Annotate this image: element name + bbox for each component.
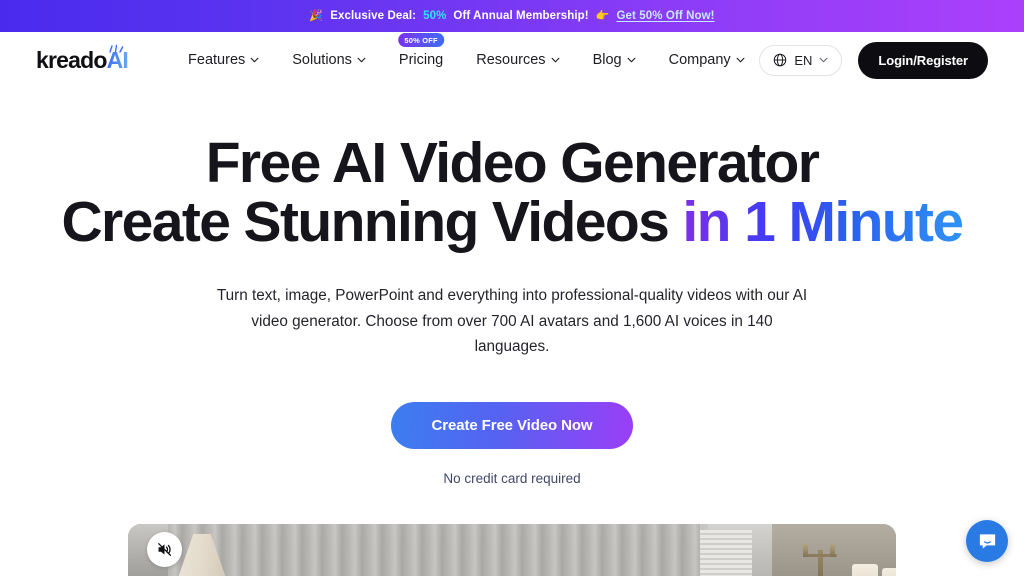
pointing-right-icon: 👉: [595, 9, 610, 22]
video-curtain: [168, 524, 708, 576]
party-popper-icon: 🎉: [309, 9, 324, 22]
site-header: kreado AI Features Solutions 50% OFF Pri…: [0, 32, 1024, 88]
hero-subtitle: Turn text, image, PowerPoint and everyth…: [216, 287, 808, 356]
hero-section: Free AI Video Generator Create Stunning …: [0, 88, 1024, 486]
video-mute-button[interactable]: [147, 532, 182, 567]
hero-video-player[interactable]: [128, 524, 896, 576]
chevron-down-icon: [250, 57, 259, 63]
chat-bubble-icon: [979, 533, 995, 549]
chevron-down-icon: [736, 57, 745, 63]
chevron-down-icon: [819, 57, 828, 63]
promo-text-after: Off Annual Membership!: [453, 10, 589, 22]
page-title: Free AI Video Generator Create Stunning …: [0, 134, 1024, 251]
chat-widget-button[interactable]: [966, 520, 1008, 562]
login-register-button[interactable]: Login/Register: [858, 41, 988, 79]
cta-note: No credit card required: [443, 471, 581, 486]
header-actions: EN Login/Register: [759, 41, 988, 79]
language-selector[interactable]: EN: [759, 44, 843, 76]
video-blinds: [700, 530, 752, 576]
nav-label-pricing: Pricing: [398, 52, 444, 68]
sparkle-icon: [109, 44, 124, 53]
chevron-down-icon: [551, 57, 560, 63]
chevron-down-icon: [357, 57, 366, 63]
nav-item-company[interactable]: Company: [669, 52, 745, 68]
candelabra-candle-left: [803, 544, 808, 557]
headline-line-2: Create Stunning Videos in 1 Minute: [0, 189, 1024, 254]
nav-item-resources[interactable]: Resources: [476, 52, 560, 68]
cta-container: Create Free Video Now: [0, 402, 1024, 449]
logo-primary-text: kreado: [36, 46, 107, 73]
nav-label-features: Features: [188, 52, 246, 68]
video-frame: [128, 524, 896, 576]
headline-line-1: Free AI Video Generator: [205, 131, 820, 195]
speaker-muted-icon: [158, 543, 172, 556]
nav-label-company: Company: [668, 52, 731, 68]
logo[interactable]: kreado AI: [36, 44, 129, 74]
video-candelabra: [800, 536, 840, 576]
promo-text-before: Exclusive Deal:: [330, 10, 417, 22]
promo-banner[interactable]: 🎉 Exclusive Deal: 50% Off Annual Members…: [0, 0, 1024, 32]
chevron-down-icon: [627, 57, 636, 63]
nav-label-blog: Blog: [592, 52, 622, 68]
main-navigation: Features Solutions 50% OFF Pricing Resou…: [188, 33, 745, 68]
create-free-video-button[interactable]: Create Free Video Now: [391, 402, 633, 449]
nav-item-pricing[interactable]: 50% OFF Pricing: [398, 33, 444, 68]
nav-item-solutions[interactable]: Solutions: [292, 52, 366, 68]
discount-badge: 50% OFF: [398, 33, 444, 47]
candelabra-candle-right: [830, 544, 835, 557]
language-code: EN: [794, 52, 813, 68]
video-pillar-candle-2: [882, 568, 896, 576]
nav-item-blog[interactable]: Blog: [593, 52, 636, 68]
nav-label-solutions: Solutions: [292, 52, 352, 68]
globe-icon: [774, 53, 787, 67]
nav-item-features[interactable]: Features: [188, 52, 259, 68]
promo-discount-highlight: 50%: [423, 10, 447, 22]
headline-plain-text: Create Stunning Videos: [61, 189, 683, 254]
video-pillar-candle-1: [852, 564, 878, 576]
promo-cta-link[interactable]: Get 50% Off Now!: [617, 10, 715, 22]
headline-gradient-text: in 1 Minute: [682, 189, 964, 254]
nav-label-resources: Resources: [476, 52, 546, 68]
